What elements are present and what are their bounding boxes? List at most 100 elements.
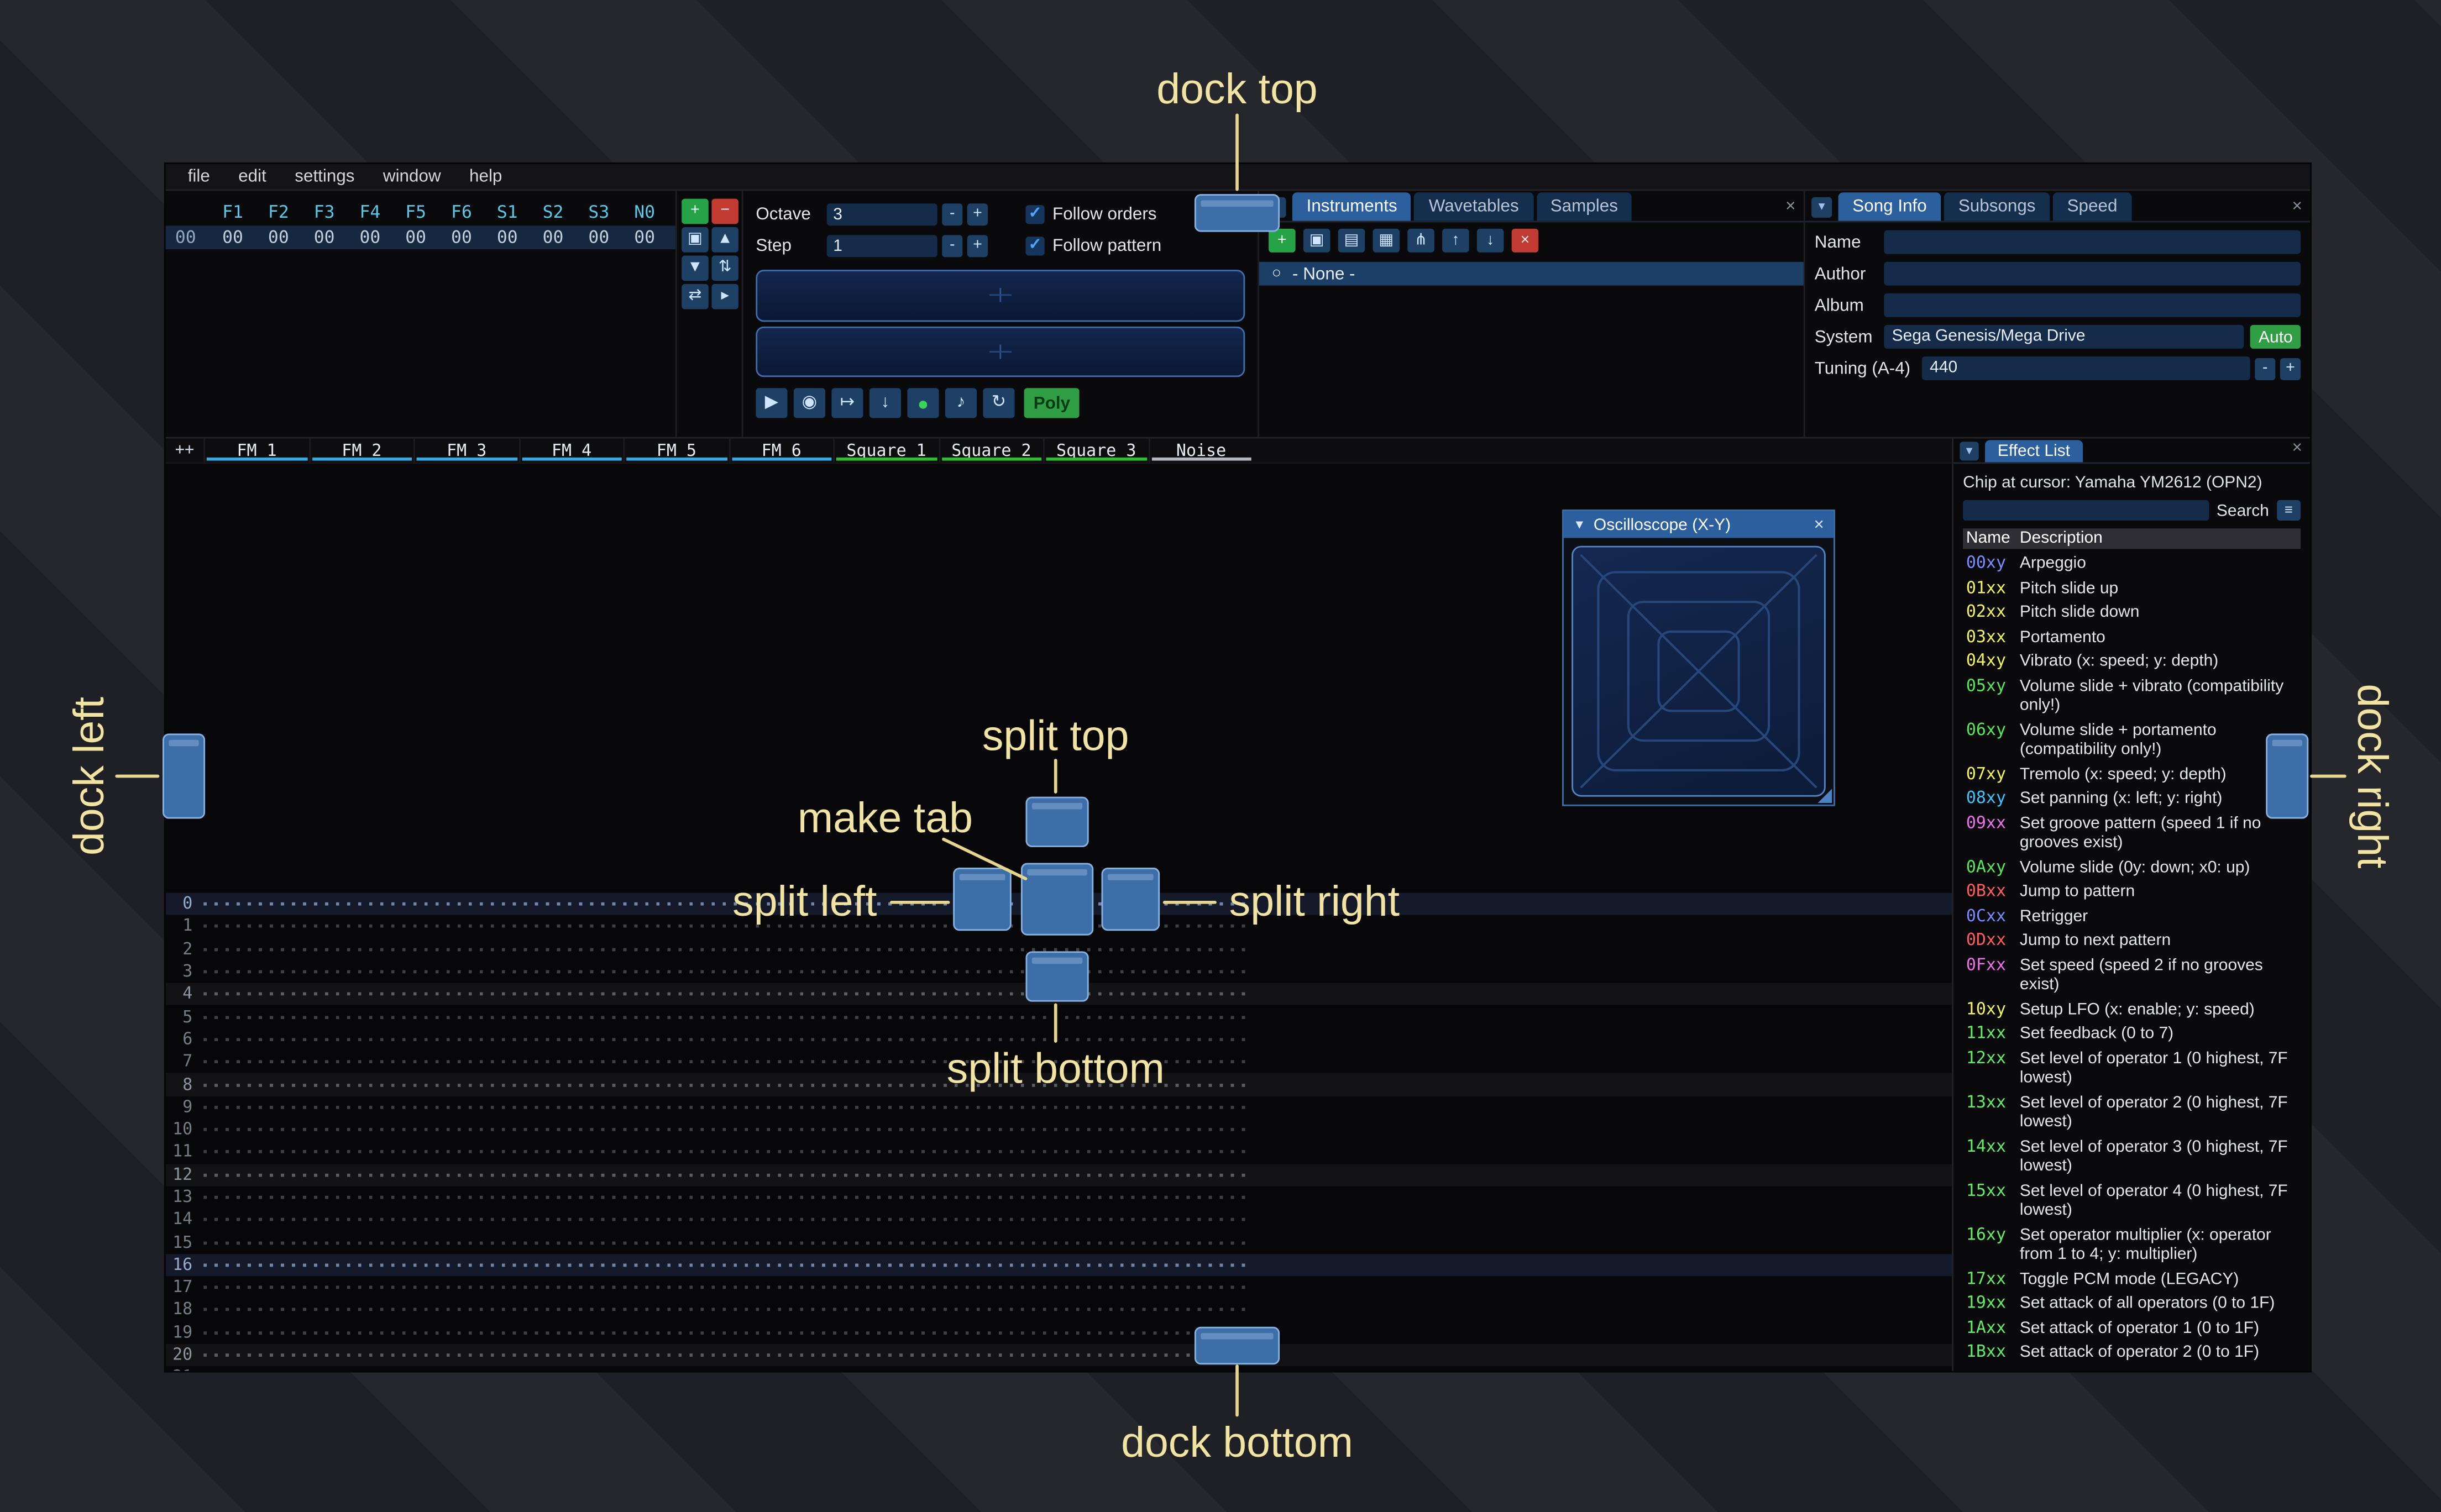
effect-row-12xx[interactable]: 12xx Set level of operator 1 (0 highest, …	[1963, 1046, 2301, 1090]
instrument-editor-button[interactable]: ⋔	[1407, 228, 1434, 253]
move-order-up-button[interactable]: ▲	[711, 227, 738, 253]
pattern-row-15[interactable]: 15	[166, 1231, 1952, 1254]
menu-item-edit[interactable]: edit	[224, 167, 281, 186]
effect-search-input[interactable]	[1963, 500, 2209, 521]
orders-value-cell[interactable]: 00	[576, 227, 622, 248]
channel-header-fm-5[interactable]: FM 5	[623, 438, 729, 463]
duplicate-instrument-button[interactable]: ▣	[1303, 228, 1330, 253]
orders-value-cell[interactable]: 00	[530, 227, 576, 248]
delete-instrument-button[interactable]: ×	[1511, 228, 1539, 253]
channel-header-square-3[interactable]: Square 3	[1043, 438, 1148, 463]
channel-header-fm-2[interactable]: FM 2	[308, 438, 413, 463]
effect-row-16xy[interactable]: 16xy Set operator multiplier (x: operator…	[1963, 1223, 2301, 1267]
effect-list-tab[interactable]: Effect List	[1985, 440, 2083, 463]
effect-row-04xy[interactable]: 04xy Vibrato (x: speed; y: depth)	[1963, 649, 2301, 674]
move-instrument-up-button[interactable]: ↑	[1442, 228, 1469, 253]
effect-row-07xy[interactable]: 07xy Tremolo (x: speed; y: depth)	[1963, 762, 2301, 786]
step-increase-button[interactable]: +	[967, 234, 988, 256]
orders-row[interactable]: 00 00 00 00 00 00 00 00 00 00 00	[165, 225, 675, 250]
menu-item-window[interactable]: window	[369, 167, 455, 186]
add-order-button[interactable]: +	[682, 198, 709, 224]
effect-row-1Bxx[interactable]: 1Bxx Set attack of operator 2 (0 to 1F)	[1963, 1340, 2301, 1364]
effect-row-03xx[interactable]: 03xx Portamento	[1963, 625, 2301, 649]
dock-right-target[interactable]	[2266, 733, 2309, 819]
move-order-down-button[interactable]: ▼	[682, 255, 709, 281]
step-input[interactable]: 1	[826, 234, 937, 256]
author-input[interactable]	[1884, 261, 2301, 286]
exchange-order-button[interactable]: ⇄	[682, 284, 709, 309]
pattern-row-5[interactable]: 5	[166, 1006, 1952, 1028]
pattern-row-10[interactable]: 10	[166, 1119, 1952, 1141]
close-icon[interactable]: ×	[2292, 439, 2302, 458]
effect-row-0Axy[interactable]: 0Axy Volume slide (0y: down; x0: up)	[1963, 855, 2301, 880]
tab-list-icon[interactable]: ▼	[1811, 197, 1832, 218]
instrument-none-item[interactable]: ○ - None -	[1259, 261, 1804, 286]
resize-grip[interactable]	[1817, 789, 1832, 803]
pattern-row-21[interactable]: 21	[166, 1367, 1952, 1371]
effect-row-08xy[interactable]: 08xy Set panning (x: left; y: right)	[1963, 787, 2301, 811]
split-top-target[interactable]	[1025, 796, 1089, 847]
pattern-row-13[interactable]: 13	[166, 1186, 1952, 1209]
dock-left-target[interactable]	[163, 733, 206, 819]
play-pattern-button[interactable]: ◉	[793, 388, 825, 418]
effect-row-06xy[interactable]: 06xy Volume slide + portamento (compatibi…	[1963, 718, 2301, 762]
orders-value-cell[interactable]: 00	[301, 227, 347, 248]
channel-header-noise[interactable]: Noise	[1148, 438, 1253, 463]
split-left-target[interactable]	[953, 868, 1012, 931]
channel-header-fm-4[interactable]: FM 4	[518, 438, 624, 463]
make-tab-target[interactable]	[1020, 863, 1094, 936]
duplicate-order-button[interactable]: ▣	[682, 227, 709, 253]
name-input[interactable]	[1884, 230, 2301, 254]
orders-value-cell[interactable]: 00	[255, 227, 301, 248]
menu-item-settings[interactable]: settings	[281, 167, 369, 186]
remove-order-button[interactable]: −	[711, 198, 738, 224]
oscilloscope-titlebar[interactable]: ▼ Oscilloscope (X-Y) ×	[1563, 511, 1834, 538]
edit-record-button[interactable]: ●	[907, 388, 939, 418]
effect-row-09xx[interactable]: 09xx Set groove pattern (speed 1 if no gr…	[1963, 811, 2301, 855]
system-input[interactable]: Sega Genesis/Mega Drive	[1884, 325, 2245, 349]
step-decrease-button[interactable]: -	[942, 234, 963, 256]
effect-row-15xx[interactable]: 15xx Set level of operator 4 (0 highest, …	[1963, 1179, 2301, 1223]
song-info-tab-song-info[interactable]: Song Info	[1838, 192, 1941, 221]
channel-header-fm-3[interactable]: FM 3	[413, 438, 518, 463]
album-input[interactable]	[1884, 293, 2301, 317]
repeat-pattern-button[interactable]: ↻	[983, 388, 1015, 418]
channel-header-square-1[interactable]: Square 1	[833, 438, 938, 463]
open-instrument-button[interactable]: ▤	[1338, 228, 1365, 253]
collapse-icon[interactable]: ▼	[1573, 517, 1586, 532]
effect-row-0Dxx[interactable]: 0Dxx Jump to next pattern	[1963, 928, 2301, 953]
order-change-mode-button[interactable]: ▸	[711, 284, 738, 309]
instruments-tab-instruments[interactable]: Instruments	[1292, 192, 1412, 221]
channel-header-fm-1[interactable]: FM 1	[203, 438, 308, 463]
dock-top-target[interactable]	[1194, 194, 1280, 232]
song-info-tab-speed[interactable]: Speed	[2052, 192, 2132, 221]
effect-row-1Cxx[interactable]: 1CxxSet attack of operator 3 (0 to 1F)	[1963, 1365, 2301, 1368]
pattern-row-19[interactable]: 19	[166, 1321, 1952, 1344]
split-right-target[interactable]	[1101, 868, 1160, 931]
reorder-button[interactable]: ⇅	[711, 255, 738, 281]
step-one-row-button[interactable]: ↓	[869, 388, 901, 418]
pattern-row-16[interactable]: 16	[165, 1253, 1952, 1277]
pattern-row-11[interactable]: 11	[166, 1141, 1952, 1164]
pattern-row-9[interactable]: 9	[166, 1096, 1952, 1119]
song-info-tab-subsongs[interactable]: Subsongs	[1944, 192, 2050, 221]
orders-value-cell[interactable]: 00	[439, 227, 485, 248]
expand-channels-button[interactable]: ++	[166, 439, 204, 463]
menu-item-file[interactable]: file	[174, 167, 224, 186]
octave-increase-button[interactable]: +	[967, 202, 988, 225]
pattern-row-18[interactable]: 18	[166, 1299, 1952, 1321]
effect-row-0Fxx[interactable]: 0Fxx Set speed (speed 2 if no grooves exi…	[1963, 953, 2301, 998]
effect-row-19xx[interactable]: 19xx Set attack of all operators (0 to 1F…	[1963, 1292, 2301, 1316]
effect-row-10xy[interactable]: 10xy Setup LFO (x: enable; y: speed)	[1963, 998, 2301, 1022]
effect-row-05xy[interactable]: 05xy Volume slide + vibrato (compatibilit…	[1963, 674, 2301, 718]
orders-value-cell[interactable]: 00	[347, 227, 393, 248]
close-icon[interactable]: ×	[2292, 197, 2302, 216]
tab-list-icon[interactable]: ▼	[1960, 442, 1979, 461]
pattern-row-14[interactable]: 14	[166, 1209, 1952, 1231]
effect-row-17xx[interactable]: 17xx Toggle PCM mode (LEGACY)	[1963, 1267, 2301, 1292]
play-from-cursor-button[interactable]: ↦	[831, 388, 863, 418]
orders-value-cell[interactable]: 00	[210, 227, 256, 248]
play-button[interactable]: ▶	[756, 388, 788, 418]
channel-header-square-2[interactable]: Square 2	[938, 438, 1043, 463]
tuning-increase-button[interactable]: +	[2280, 357, 2301, 380]
